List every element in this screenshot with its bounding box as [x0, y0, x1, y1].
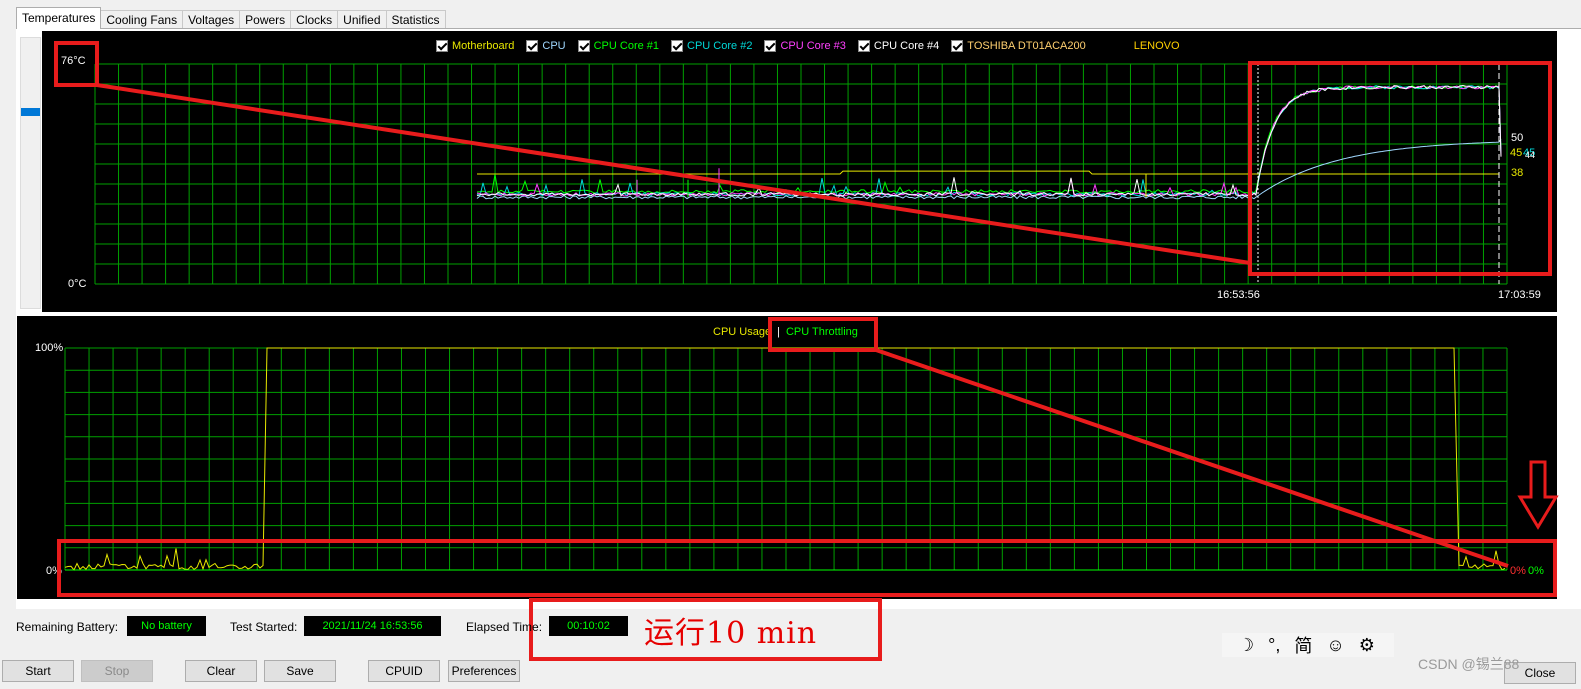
legend-label: CPU Core #4	[873, 40, 940, 52]
cpu-throttling-end-value: 0%	[1528, 565, 1544, 577]
legend-checkbox[interactable]	[577, 40, 590, 52]
emoji-icon[interactable]: ☺	[1326, 635, 1344, 656]
legend-item[interactable]: TOSHIBA DT01ACA200	[951, 40, 1086, 52]
preferences-button[interactable]: Preferences	[448, 660, 520, 682]
cpu-usage-end-value: 0%	[1510, 565, 1526, 577]
tab-bar: Temperatures Cooling Fans Voltages Powers Cl…	[16, 7, 446, 29]
temp-y-max-label: 76°C	[61, 55, 86, 67]
cpu-usage-chart: CPU Usage | CPU Throttling 100% 0% 0% 0%	[17, 316, 1557, 599]
legend-item[interactable]: CPU Core #2	[671, 40, 752, 52]
start-button[interactable]: Start	[2, 660, 74, 682]
elapsed-time-value: 00:10:02	[549, 616, 628, 636]
legend-item[interactable]: CPU Core #4	[857, 40, 940, 52]
cpuid-button[interactable]: CPUID	[368, 660, 440, 682]
legend-item[interactable]: LENOVO	[1134, 40, 1180, 52]
night-mode-icon[interactable]: ☽	[1238, 635, 1254, 656]
remaining-battery-label: Remaining Battery:	[16, 620, 119, 634]
cpu-usage-plot	[64, 347, 1508, 571]
save-button[interactable]: Save	[264, 660, 336, 682]
temp-end-value: 44	[1525, 150, 1536, 160]
temperature-scale-trackbar[interactable]	[20, 37, 41, 309]
legend-item[interactable]: CPU Core #3	[764, 40, 846, 52]
temp-x-end-label: 17:03:59	[1498, 289, 1541, 301]
temp-series-line	[477, 170, 1499, 175]
legend-cpu-usage: CPU Usage	[713, 326, 772, 338]
legend-checkbox[interactable]	[671, 40, 684, 52]
temp-end-value: 38	[1511, 167, 1524, 179]
test-started-label: Test Started:	[230, 620, 298, 634]
remaining-battery-value: No battery	[127, 616, 206, 636]
legend-item[interactable]: Motherboard	[436, 40, 514, 52]
legend-separator: |	[777, 326, 780, 338]
elapsed-time-label: Elapsed Time:	[466, 620, 543, 634]
test-started-value: 2021/11/24 16:53:56	[304, 616, 441, 636]
stop-button[interactable]: Stop	[81, 660, 153, 682]
temp-end-value: 50	[1511, 132, 1524, 144]
temperature-plot	[94, 63, 1508, 285]
tab-unified[interactable]: Unified	[337, 10, 387, 29]
tab-powers[interactable]: Powers	[239, 10, 292, 29]
cpu-legend: CPU Usage | CPU Throttling	[713, 326, 858, 338]
legend-label: LENOVO	[1133, 40, 1180, 52]
tab-statistics[interactable]: Statistics	[385, 10, 446, 29]
annotation-run-time-text: 运行10 min	[644, 616, 818, 651]
temp-y-min-label: 0°C	[68, 278, 87, 290]
tab-temperatures[interactable]: Temperatures	[16, 7, 102, 29]
legend-label: CPU Core #1	[593, 40, 660, 52]
punctuation-mode-icon[interactable]: °,	[1268, 635, 1280, 656]
trackbar-thumb[interactable]	[21, 108, 40, 116]
ime-toolbar: ☽ °, 简 ☺ ⚙	[1222, 633, 1394, 657]
cpu-y-max-label: 100%	[35, 342, 64, 354]
legend-item[interactable]: CPU	[526, 40, 566, 52]
legend-item[interactable]: CPU Core #1	[577, 40, 660, 52]
simplified-chinese-toggle[interactable]: 简	[1294, 632, 1312, 658]
legend-checkbox[interactable]	[526, 40, 539, 52]
legend-label: CPU	[542, 40, 566, 52]
tab-cooling-fans[interactable]: Cooling Fans	[100, 10, 184, 29]
legend-cpu-throttling: CPU Throttling	[785, 326, 858, 338]
settings-gear-icon[interactable]: ⚙	[1359, 635, 1375, 656]
legend-checkbox[interactable]	[951, 40, 964, 52]
temp-x-start-label: 16:53:56	[1217, 289, 1260, 301]
temperature-legend: Motherboard CPU CPU Core #1 CPU Core #2 CPU …	[436, 40, 1180, 52]
legend-label: CPU Core #3	[780, 40, 846, 52]
clear-button[interactable]: Clear	[185, 660, 257, 682]
legend-checkbox[interactable]	[436, 40, 448, 52]
csdn-watermark: CSDN @锡兰88	[1418, 656, 1520, 672]
legend-label: TOSHIBA DT01ACA200	[967, 40, 1086, 52]
cpu-y-min-label: 0%	[46, 565, 62, 577]
legend-label: CPU Core #2	[687, 40, 753, 52]
legend-checkbox[interactable]	[857, 40, 870, 52]
temp-end-value: 45	[1510, 147, 1523, 159]
tab-voltages[interactable]: Voltages	[182, 10, 241, 29]
legend-checkbox[interactable]	[764, 40, 777, 52]
temperature-chart: Motherboard CPU CPU Core #1 CPU Core #2 CPU …	[42, 31, 1557, 312]
tab-clocks[interactable]: Clocks	[290, 10, 339, 29]
legend-label: Motherboard	[452, 40, 515, 52]
